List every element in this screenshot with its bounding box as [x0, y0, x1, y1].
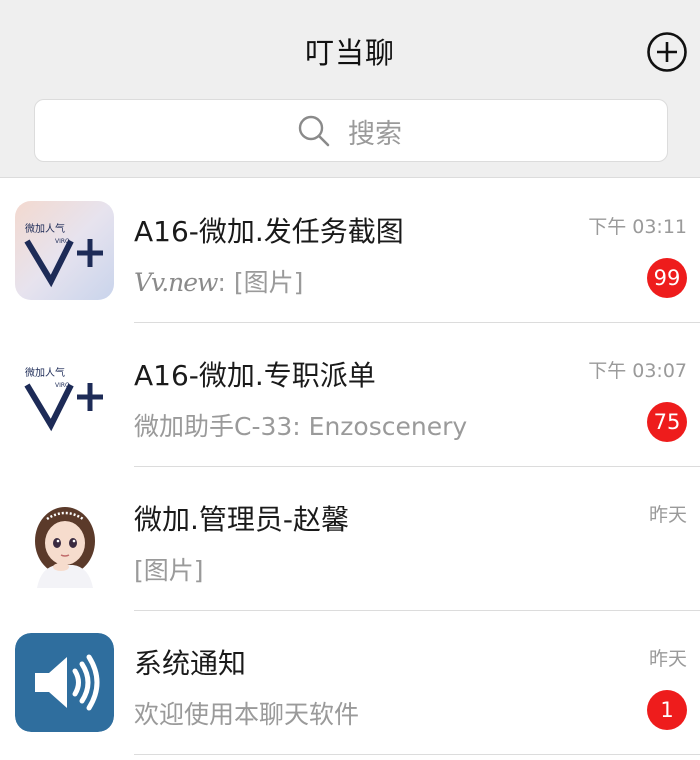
chat-time: 下午 03:11	[588, 216, 687, 238]
chat-item[interactable]: 微加人气 VIRO A16-微加.专职派单 微加助手C-33: Enzoscen…	[0, 323, 700, 467]
chat-item[interactable]: 微加.管理员-赵馨 [图片] 昨天	[0, 467, 700, 611]
svg-text:微加人气: 微加人气	[25, 222, 65, 235]
search-placeholder: 搜索	[348, 118, 402, 150]
chat-name: 系统通知	[134, 647, 247, 680]
plus-circle-icon	[647, 32, 687, 72]
chat-name: A16-微加.发任务截图	[134, 215, 404, 248]
girl-portrait-icon	[15, 489, 114, 588]
chat-preview: 微加助手C-33: Enzoscenery	[134, 412, 468, 441]
unread-badge: 75	[647, 402, 687, 442]
user-avatar	[15, 489, 114, 588]
chat-list: 微加人气 VIRO A16-微加.发任务截图 Vv.new: [图片] 下午 0…	[0, 179, 700, 755]
chat-name: 微加.管理员-赵馨	[134, 503, 350, 536]
chat-time: 昨天	[648, 504, 687, 526]
sender-name: Vv.new	[134, 268, 218, 297]
chat-preview: [图片]	[134, 556, 204, 585]
unread-badge: 1	[647, 690, 687, 730]
chat-preview: 欢迎使用本聊天软件	[134, 700, 360, 729]
group-avatar: 微加人气 VIRO	[15, 345, 114, 444]
system-avatar	[15, 633, 114, 732]
divider	[134, 754, 700, 755]
message-text: : [图片]	[217, 268, 304, 297]
speaker-icon	[15, 633, 114, 732]
viro-logo-icon: 微加人气 VIRO	[15, 345, 114, 444]
app-header: 叮当聊 搜索	[0, 0, 700, 178]
viro-logo-icon: 微加人气 VIRO	[15, 201, 114, 300]
chat-name: A16-微加.专职派单	[134, 359, 376, 392]
add-button[interactable]	[646, 31, 688, 73]
page-title: 叮当聊	[304, 36, 395, 70]
search-icon	[298, 115, 330, 147]
chat-item[interactable]: 系统通知 欢迎使用本聊天软件 昨天 1	[0, 611, 700, 755]
chat-time: 昨天	[648, 648, 687, 670]
chat-preview: Vv.new: [图片]	[134, 263, 303, 299]
svg-text:微加人气: 微加人气	[25, 366, 65, 379]
chat-item[interactable]: 微加人气 VIRO A16-微加.发任务截图 Vv.new: [图片] 下午 0…	[0, 179, 700, 323]
group-avatar: 微加人气 VIRO	[15, 201, 114, 300]
unread-badge: 99	[647, 258, 687, 298]
chat-time: 下午 03:07	[588, 360, 687, 382]
search-input[interactable]: 搜索	[34, 99, 668, 162]
